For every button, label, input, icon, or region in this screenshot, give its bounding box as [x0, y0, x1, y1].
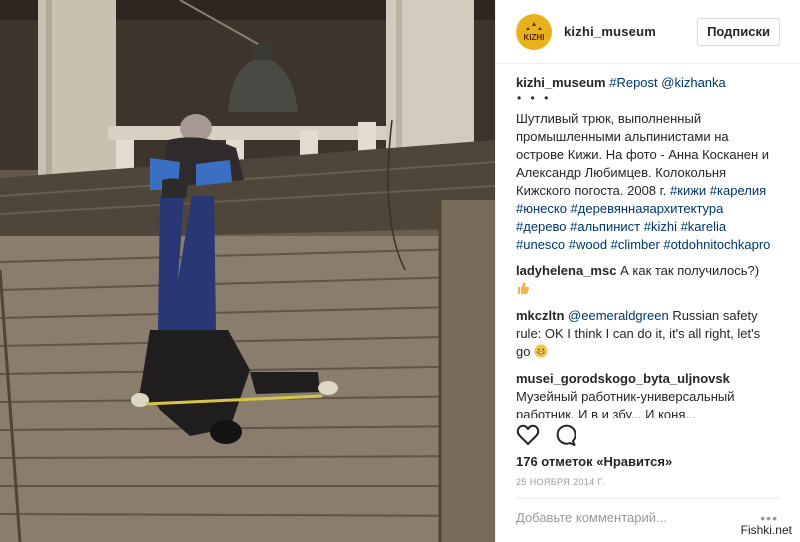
header-username[interactable]: kizhi_museum [564, 24, 697, 39]
post-photo[interactable] [0, 0, 495, 542]
comment-text: А как так получилось?) [620, 263, 760, 278]
add-comment-input[interactable] [516, 510, 736, 525]
caption-dots: • • • [517, 91, 552, 105]
comment-item: ladyhelena_msc А как так получилось?) [516, 262, 774, 298]
post-header: KIZHI kizhi_museum Подписки [496, 0, 800, 64]
divider [516, 498, 780, 499]
repost-mention[interactable]: @kizhanka [661, 75, 726, 90]
following-button[interactable]: Подписки [697, 17, 780, 46]
watermark: Fishki.net [738, 523, 794, 537]
comment-bubble-icon[interactable] [554, 424, 577, 451]
profile-avatar[interactable]: KIZHI [516, 13, 552, 50]
caption: kizhi_museum #Repost @kizhanka • • • Шут… [516, 74, 774, 254]
post-side-panel: KIZHI kizhi_museum Подписки kizhi_museum… [495, 0, 800, 542]
like-heart-icon[interactable] [516, 424, 540, 451]
comment-username[interactable]: musei_gorodskogo_byta_uljnovsk [516, 371, 730, 386]
grinning-face-icon [534, 344, 548, 358]
comment-username[interactable]: mkczltn [516, 308, 564, 323]
repost-hashtag[interactable]: #Repost [609, 75, 657, 90]
kizhi-logo-icon: KIZHI [524, 21, 545, 42]
bell-tower-photo [0, 0, 495, 542]
post-actions [516, 422, 780, 452]
post-date[interactable]: 25 НОЯБРЯ 2014 Г. [516, 477, 605, 487]
comment-text: Музейный работник-универсальный работник… [516, 389, 735, 418]
comment-username[interactable]: ladyhelena_msc [516, 263, 616, 278]
comment-item: musei_gorodskogo_byta_uljnovsk Музейный … [516, 370, 774, 418]
comment-mention[interactable]: @eemeraldgreen [568, 308, 669, 323]
comments-list[interactable]: kizhi_museum #Repost @kizhanka • • • Шут… [516, 74, 774, 418]
thumbs-up-icon [516, 281, 530, 295]
svg-text:KIZHI: KIZHI [524, 33, 545, 42]
likes-count[interactable]: 176 отметок «Нравится» [516, 454, 672, 469]
caption-username[interactable]: kizhi_museum [516, 75, 606, 90]
comment-item: mkczltn @eemeraldgreen Russian safety ru… [516, 307, 774, 361]
